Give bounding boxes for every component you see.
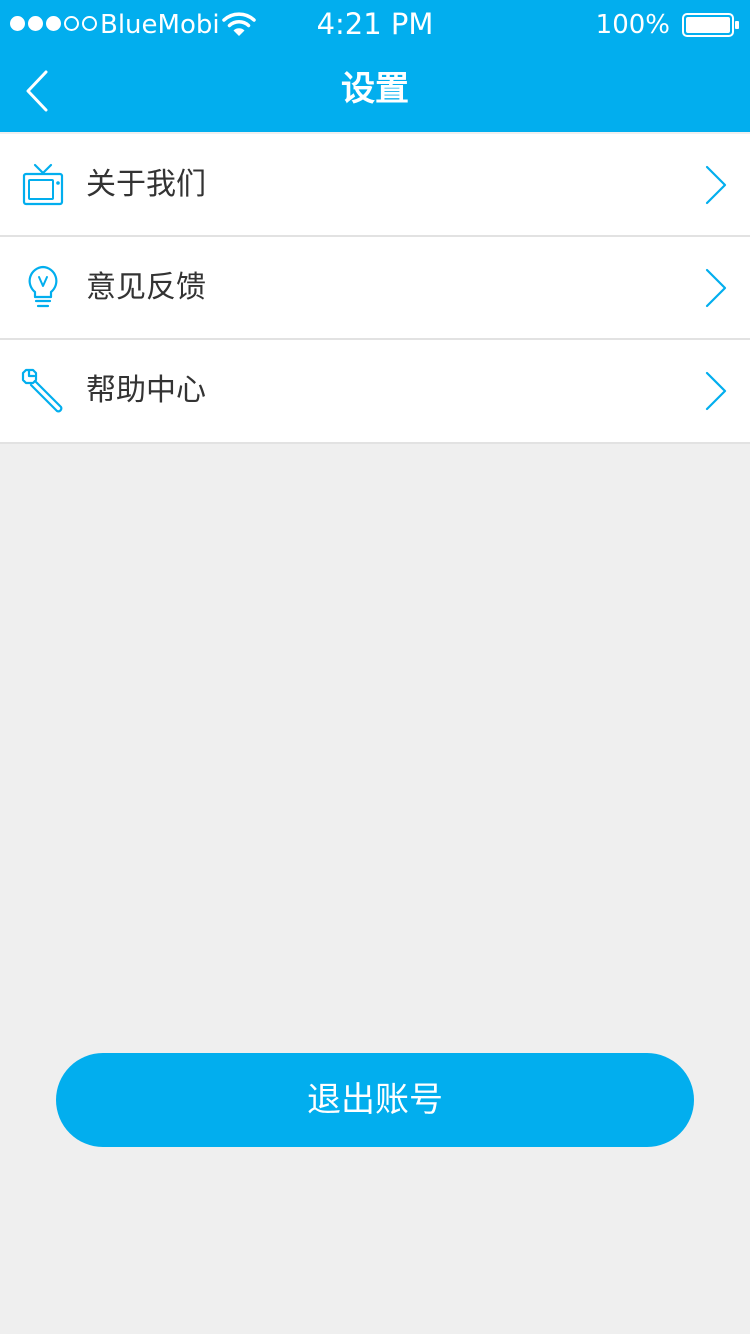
chevron-right-icon [705, 371, 727, 411]
battery-percent: 100% [595, 10, 670, 40]
menu-item-about-us[interactable]: 关于我们 [0, 134, 750, 237]
lightbulb-icon [28, 265, 58, 308]
wrench-icon [21, 368, 63, 413]
menu-item-label: 意见反馈 [86, 270, 206, 305]
menu-item-help-center[interactable]: 帮助中心 [0, 340, 750, 442]
nav-bar: 设置 [0, 50, 750, 132]
menu-item-label: 帮助中心 [86, 373, 206, 408]
menu-item-feedback[interactable]: 意见反馈 [0, 237, 750, 340]
top-bar: BlueMobi 4:21 PM 100% 设置 [0, 0, 750, 132]
tv-icon [22, 163, 64, 206]
chevron-right-icon [705, 268, 727, 308]
battery-icon [682, 13, 739, 37]
settings-menu: 关于我们 意见反馈 帮助中心 [0, 134, 750, 444]
page-title: 设置 [341, 69, 409, 109]
menu-item-label: 关于我们 [86, 167, 206, 202]
chevron-right-icon [705, 165, 727, 205]
logout-button[interactable]: 退出账号 [56, 1053, 694, 1147]
status-bar: BlueMobi 4:21 PM 100% [0, 0, 750, 50]
